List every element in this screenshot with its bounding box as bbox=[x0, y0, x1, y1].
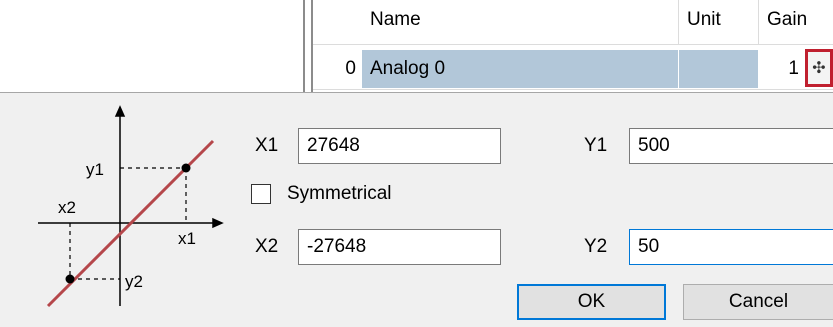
diagram-label-y1: y1 bbox=[86, 160, 104, 179]
column-header-name[interactable]: Name bbox=[362, 0, 679, 44]
scaling-diagram: y1 x2 x1 y2 bbox=[38, 105, 224, 308]
cancel-button[interactable]: Cancel bbox=[683, 284, 833, 320]
column-header-label: Name bbox=[370, 9, 421, 30]
ok-button[interactable]: OK bbox=[517, 284, 666, 320]
diagram-label-y2: y2 bbox=[125, 272, 143, 291]
row-index: 0 bbox=[345, 58, 356, 79]
cell-gain[interactable]: 1 bbox=[759, 50, 803, 88]
diagram-label-x1: x1 bbox=[178, 229, 196, 248]
column-header-label: Unit bbox=[687, 9, 721, 30]
cell-name[interactable]: Analog 0 bbox=[362, 50, 678, 88]
gain-edit-button[interactable]: ✣ bbox=[805, 49, 833, 87]
row-divider bbox=[313, 44, 833, 45]
cell-unit[interactable] bbox=[679, 50, 758, 88]
x1-label: X1 bbox=[255, 135, 279, 156]
x2-label: X2 bbox=[255, 236, 279, 257]
y1-input[interactable]: 500 bbox=[629, 128, 833, 164]
channel-table: Name Unit Gain 0 Analog 0 1 ✣ bbox=[0, 0, 833, 92]
row-divider bbox=[313, 89, 833, 90]
splitter-line bbox=[303, 0, 305, 92]
y1-label: Y1 bbox=[584, 135, 608, 156]
column-header-label: Gain bbox=[767, 9, 808, 30]
column-header-unit[interactable]: Unit bbox=[679, 0, 759, 44]
y2-label: Y2 bbox=[584, 236, 608, 257]
symmetrical-label[interactable]: Symmetrical bbox=[287, 183, 392, 205]
column-header-gain[interactable]: Gain bbox=[759, 0, 833, 44]
move-arrows-icon: ✣ bbox=[812, 60, 826, 77]
gain-popup: y1 x2 x1 y2 X1 27648 Y1 500 Symmetrical … bbox=[0, 92, 833, 327]
y2-input[interactable]: 50 bbox=[629, 229, 833, 265]
diagram-label-x2: x2 bbox=[58, 198, 76, 217]
x2-input[interactable]: -27648 bbox=[298, 229, 501, 265]
splitter-line bbox=[311, 0, 313, 92]
point-x1-y1 bbox=[181, 163, 191, 173]
point-x2-y2 bbox=[65, 274, 75, 284]
symmetrical-checkbox[interactable] bbox=[251, 184, 271, 204]
x1-input[interactable]: 27648 bbox=[298, 128, 501, 164]
